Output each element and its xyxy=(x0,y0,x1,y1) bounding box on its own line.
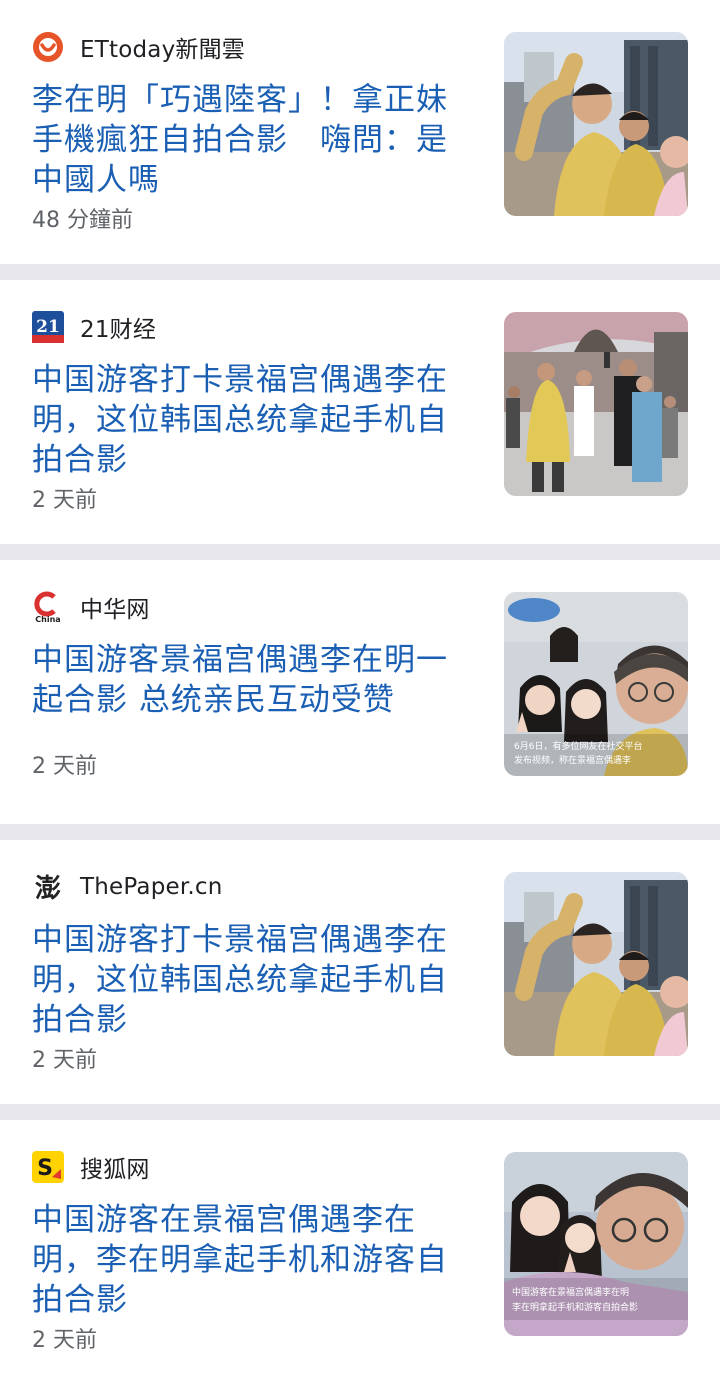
news-source: S 搜狐网 xyxy=(32,1150,150,1184)
news-card[interactable]: China 中华网 中国游客景福宫偶遇李在明一起合影 总统亲民互动受赞 2 天前 xyxy=(0,560,720,824)
news-source: ETtoday新聞雲 xyxy=(32,30,245,64)
headline-link[interactable]: 中国游客景福宫偶遇李在明一起合影 总统亲民互动受赞 xyxy=(32,640,460,720)
published-time: 2 天前 xyxy=(32,1048,97,1073)
logo-text: S xyxy=(37,1156,53,1181)
news-source: 21 21财经 xyxy=(32,310,156,344)
news-source: China 中华网 xyxy=(32,590,150,624)
published-time: 48 分鐘前 xyxy=(32,208,133,233)
published-time: 2 天前 xyxy=(32,1328,97,1353)
news-card[interactable]: 21 21财经 中国游客打卡景福宫偶遇李在明，这位韩国总统拿起手机自拍合影 2 … xyxy=(0,280,720,544)
closeup-selfie-thumbnail[interactable]: 中国游客在景福宫偶遇李在明 李在明拿起手机和游客自拍合影 xyxy=(504,1152,688,1336)
thumbnail-caption: 李在明拿起手机和游客自拍合影 xyxy=(512,1301,638,1313)
source-name: ETtoday新聞雲 xyxy=(80,37,245,63)
headline-link[interactable]: 中国游客打卡景福宫偶遇李在明，这位韩国总统拿起手机自拍合影 xyxy=(32,920,460,1040)
logo-text: 21 xyxy=(36,317,60,337)
published-time: 2 天前 xyxy=(32,754,97,779)
selfie-yellow-jacket-thumbnail[interactable] xyxy=(504,32,688,216)
news-feed: ETtoday新聞雲 李在明「巧遇陸客」！拿正妹手機瘋狂自拍合影 嗨問：是中國人… xyxy=(0,0,720,1382)
thumbnail-caption: 6月6日，有多位网友在社交平台 xyxy=(514,740,642,752)
headline-link[interactable]: 中国游客打卡景福宫偶遇李在明，这位韩国总统拿起手机自拍合影 xyxy=(32,360,460,480)
news-card[interactable]: S 搜狐网 中国游客在景福宫偶遇李在明，李在明拿起手机和游客自拍合影 2 天前 xyxy=(0,1120,720,1382)
news-source: 澎 ThePaper.cn xyxy=(32,870,223,904)
source-name: 中华网 xyxy=(80,597,150,623)
group-selfie-thumbnail[interactable]: 6月6日，有多位网友在社交平台 发布视频，称在景福宫偶遇李 xyxy=(504,592,688,776)
palace-crowd-thumbnail[interactable] xyxy=(504,312,688,496)
21caijing-logo-icon: 21 xyxy=(32,311,64,343)
thepaper-logo-icon: 澎 xyxy=(32,871,64,903)
headline-link[interactable]: 李在明「巧遇陸客」！拿正妹手機瘋狂自拍合影 嗨問：是中國人嗎 xyxy=(32,80,460,200)
headline-link[interactable]: 中国游客在景福宫偶遇李在明，李在明拿起手机和游客自拍合影 xyxy=(32,1200,460,1320)
news-card[interactable]: 澎 ThePaper.cn 中国游客打卡景福宫偶遇李在明，这位韩国总统拿起手机自… xyxy=(0,840,720,1104)
china-com-logo-icon: China xyxy=(32,591,64,623)
source-name: 21财经 xyxy=(80,317,157,343)
published-time: 2 天前 xyxy=(32,488,97,513)
logo-text: China xyxy=(35,615,60,623)
selfie-yellow-jacket-thumbnail[interactable] xyxy=(504,872,688,1056)
news-card[interactable]: ETtoday新聞雲 李在明「巧遇陸客」！拿正妹手機瘋狂自拍合影 嗨問：是中國人… xyxy=(0,0,720,264)
thumbnail-caption: 中国游客在景福宫偶遇李在明 xyxy=(512,1286,629,1298)
thumbnail-caption: 发布视频，称在景福宫偶遇李 xyxy=(514,754,631,766)
source-name: ThePaper.cn xyxy=(80,874,223,900)
ettoday-logo-icon xyxy=(32,31,64,63)
logo-text: 澎 xyxy=(35,874,61,903)
sohu-logo-icon: S xyxy=(32,1151,64,1183)
source-name: 搜狐网 xyxy=(80,1157,150,1183)
